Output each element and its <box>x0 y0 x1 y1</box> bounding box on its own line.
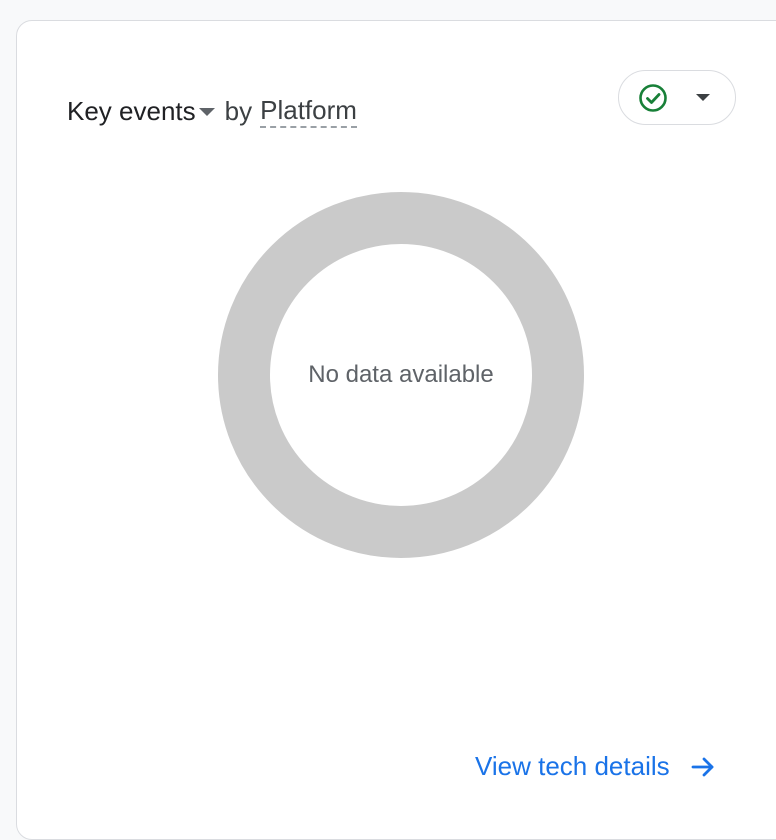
by-label: by <box>224 96 253 126</box>
card-title: Key events by Platform <box>67 91 357 131</box>
view-tech-details-link[interactable]: View tech details <box>475 751 718 782</box>
check-circle-icon <box>637 82 669 114</box>
metric-label: Key events <box>67 96 196 126</box>
platform-card: Key events by Platform No data available… <box>16 20 776 840</box>
donut-chart: No data available <box>217 191 585 559</box>
metric-selector[interactable]: Key events <box>67 91 225 131</box>
view-tech-details-label: View tech details <box>475 751 670 781</box>
dimension-selector[interactable]: Platform <box>260 94 357 128</box>
arrow-right-icon <box>688 752 718 782</box>
caret-down-icon <box>198 108 215 116</box>
status-chip-button[interactable] <box>618 70 736 125</box>
chevron-down-icon <box>696 94 710 101</box>
no-data-message: No data available <box>308 361 494 388</box>
